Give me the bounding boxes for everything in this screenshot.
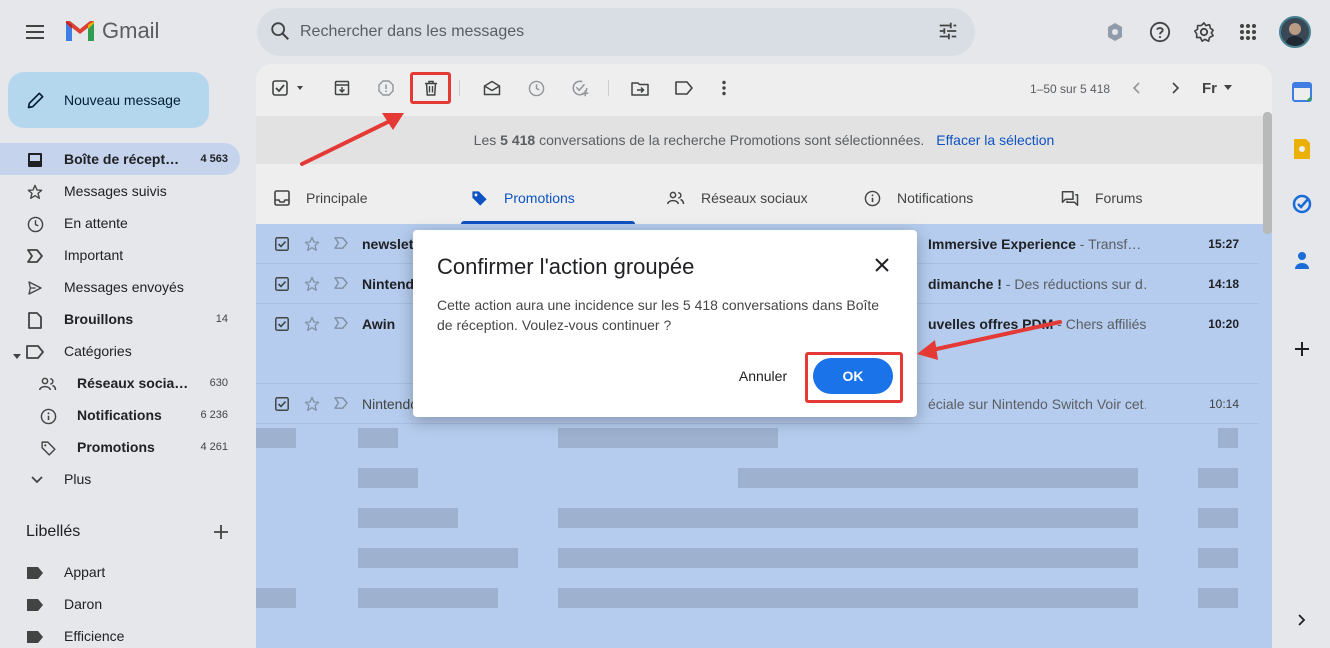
annotation-arrowhead-ok bbox=[917, 340, 938, 360]
annotation-arrows bbox=[300, 113, 1062, 360]
annotation-arrow-ok bbox=[930, 320, 1062, 352]
annotation-arrow-delete bbox=[300, 118, 394, 166]
